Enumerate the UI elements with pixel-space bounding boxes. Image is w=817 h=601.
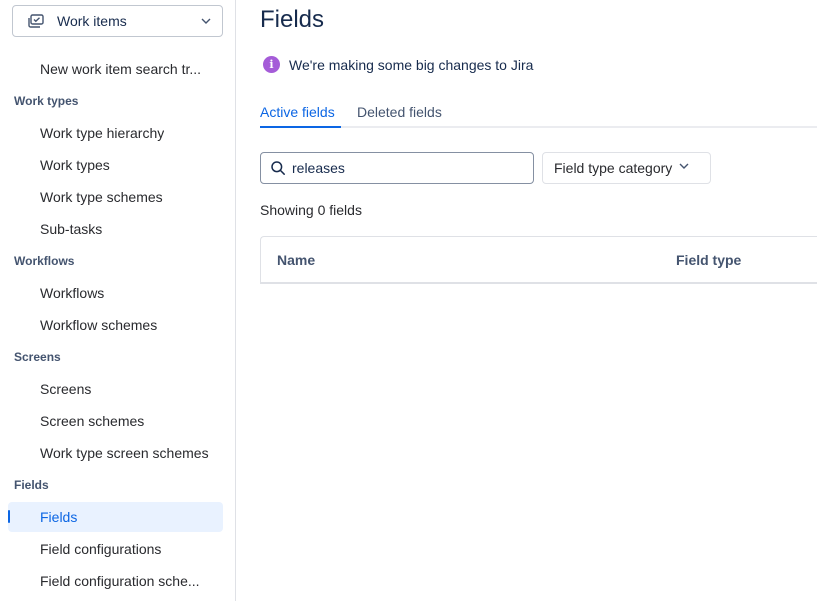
sidebar-item-workflow-schemes[interactable]: Workflow schemes (8, 310, 223, 340)
sidebar-item-label: New work item search tr... (40, 61, 202, 77)
scope-dropdown[interactable]: Work items (12, 5, 223, 37)
tab-deleted-fields[interactable]: Deleted fields (357, 104, 442, 120)
sidebar: Work items New work item search tr... Wo… (0, 0, 236, 601)
section-label-fields: Fields (14, 478, 49, 492)
sidebar-item-label: Fields (40, 509, 78, 525)
section-label-screens: Screens (14, 350, 61, 364)
sidebar-item-screens[interactable]: Screens (8, 374, 223, 404)
search-box[interactable] (260, 152, 534, 184)
section-label-work-types: Work types (14, 94, 79, 108)
sidebar-item-label: Sub-tasks (40, 221, 103, 237)
announcement-banner[interactable]: i We're making some big changes to Jira (263, 56, 533, 73)
sidebar-item-new-work-item-search[interactable]: New work item search tr... (8, 54, 223, 84)
sidebar-item-fields[interactable]: Fields (8, 502, 223, 532)
search-icon (270, 160, 286, 176)
sidebar-item-screen-schemes[interactable]: Screen schemes (8, 406, 223, 436)
active-tab-indicator (260, 126, 341, 128)
filter-label: Field type category (554, 160, 673, 176)
sidebar-item-work-type-schemes[interactable]: Work type schemes (8, 182, 223, 212)
chevron-down-icon (200, 15, 212, 27)
sidebar-item-label: Screens (40, 381, 92, 397)
sidebar-item-label: Work types (40, 157, 110, 173)
sidebar-item-work-type-screen-schemes[interactable]: Work type screen schemes (8, 438, 223, 468)
tab-active-fields[interactable]: Active fields (260, 104, 335, 120)
section-label-workflows: Workflows (14, 254, 75, 268)
active-indicator (8, 510, 10, 523)
sidebar-item-label: Workflows (40, 285, 105, 301)
column-header-field-type[interactable]: Field type (676, 252, 741, 268)
result-count: Showing 0 fields (260, 202, 362, 218)
field-type-category-filter[interactable]: Field type category (542, 152, 711, 184)
work-items-icon (27, 13, 45, 29)
sidebar-item-sub-tasks[interactable]: Sub-tasks (8, 214, 223, 244)
tab-list: Active fields Deleted fields (260, 100, 817, 128)
chevron-down-icon (678, 159, 690, 177)
sidebar-item-work-types[interactable]: Work types (8, 150, 223, 180)
column-header-name[interactable]: Name (277, 252, 315, 268)
sidebar-item-label: Screen schemes (40, 413, 145, 429)
page-title: Fields (260, 6, 325, 33)
search-input[interactable] (292, 160, 522, 176)
sidebar-item-field-configurations[interactable]: Field configurations (8, 534, 223, 564)
table-header: Name Field type (260, 236, 817, 284)
info-icon: i (263, 56, 280, 73)
sidebar-item-label: Field configurations (40, 541, 162, 557)
sidebar-item-field-configuration-schemes[interactable]: Field configuration sche... (8, 566, 223, 596)
main-content: Fields i We're making some big changes t… (236, 0, 817, 601)
sidebar-item-label: Work type schemes (40, 189, 163, 205)
sidebar-item-label: Workflow schemes (40, 317, 158, 333)
sidebar-item-label: Work type screen schemes (40, 445, 209, 461)
sidebar-item-workflows[interactable]: Workflows (8, 278, 223, 308)
sidebar-item-work-type-hierarchy[interactable]: Work type hierarchy (8, 118, 223, 148)
sidebar-item-label: Work type hierarchy (40, 125, 165, 141)
banner-text: We're making some big changes to Jira (289, 56, 534, 73)
scope-dropdown-label: Work items (57, 13, 127, 29)
sidebar-item-label: Field configuration sche... (40, 573, 200, 589)
